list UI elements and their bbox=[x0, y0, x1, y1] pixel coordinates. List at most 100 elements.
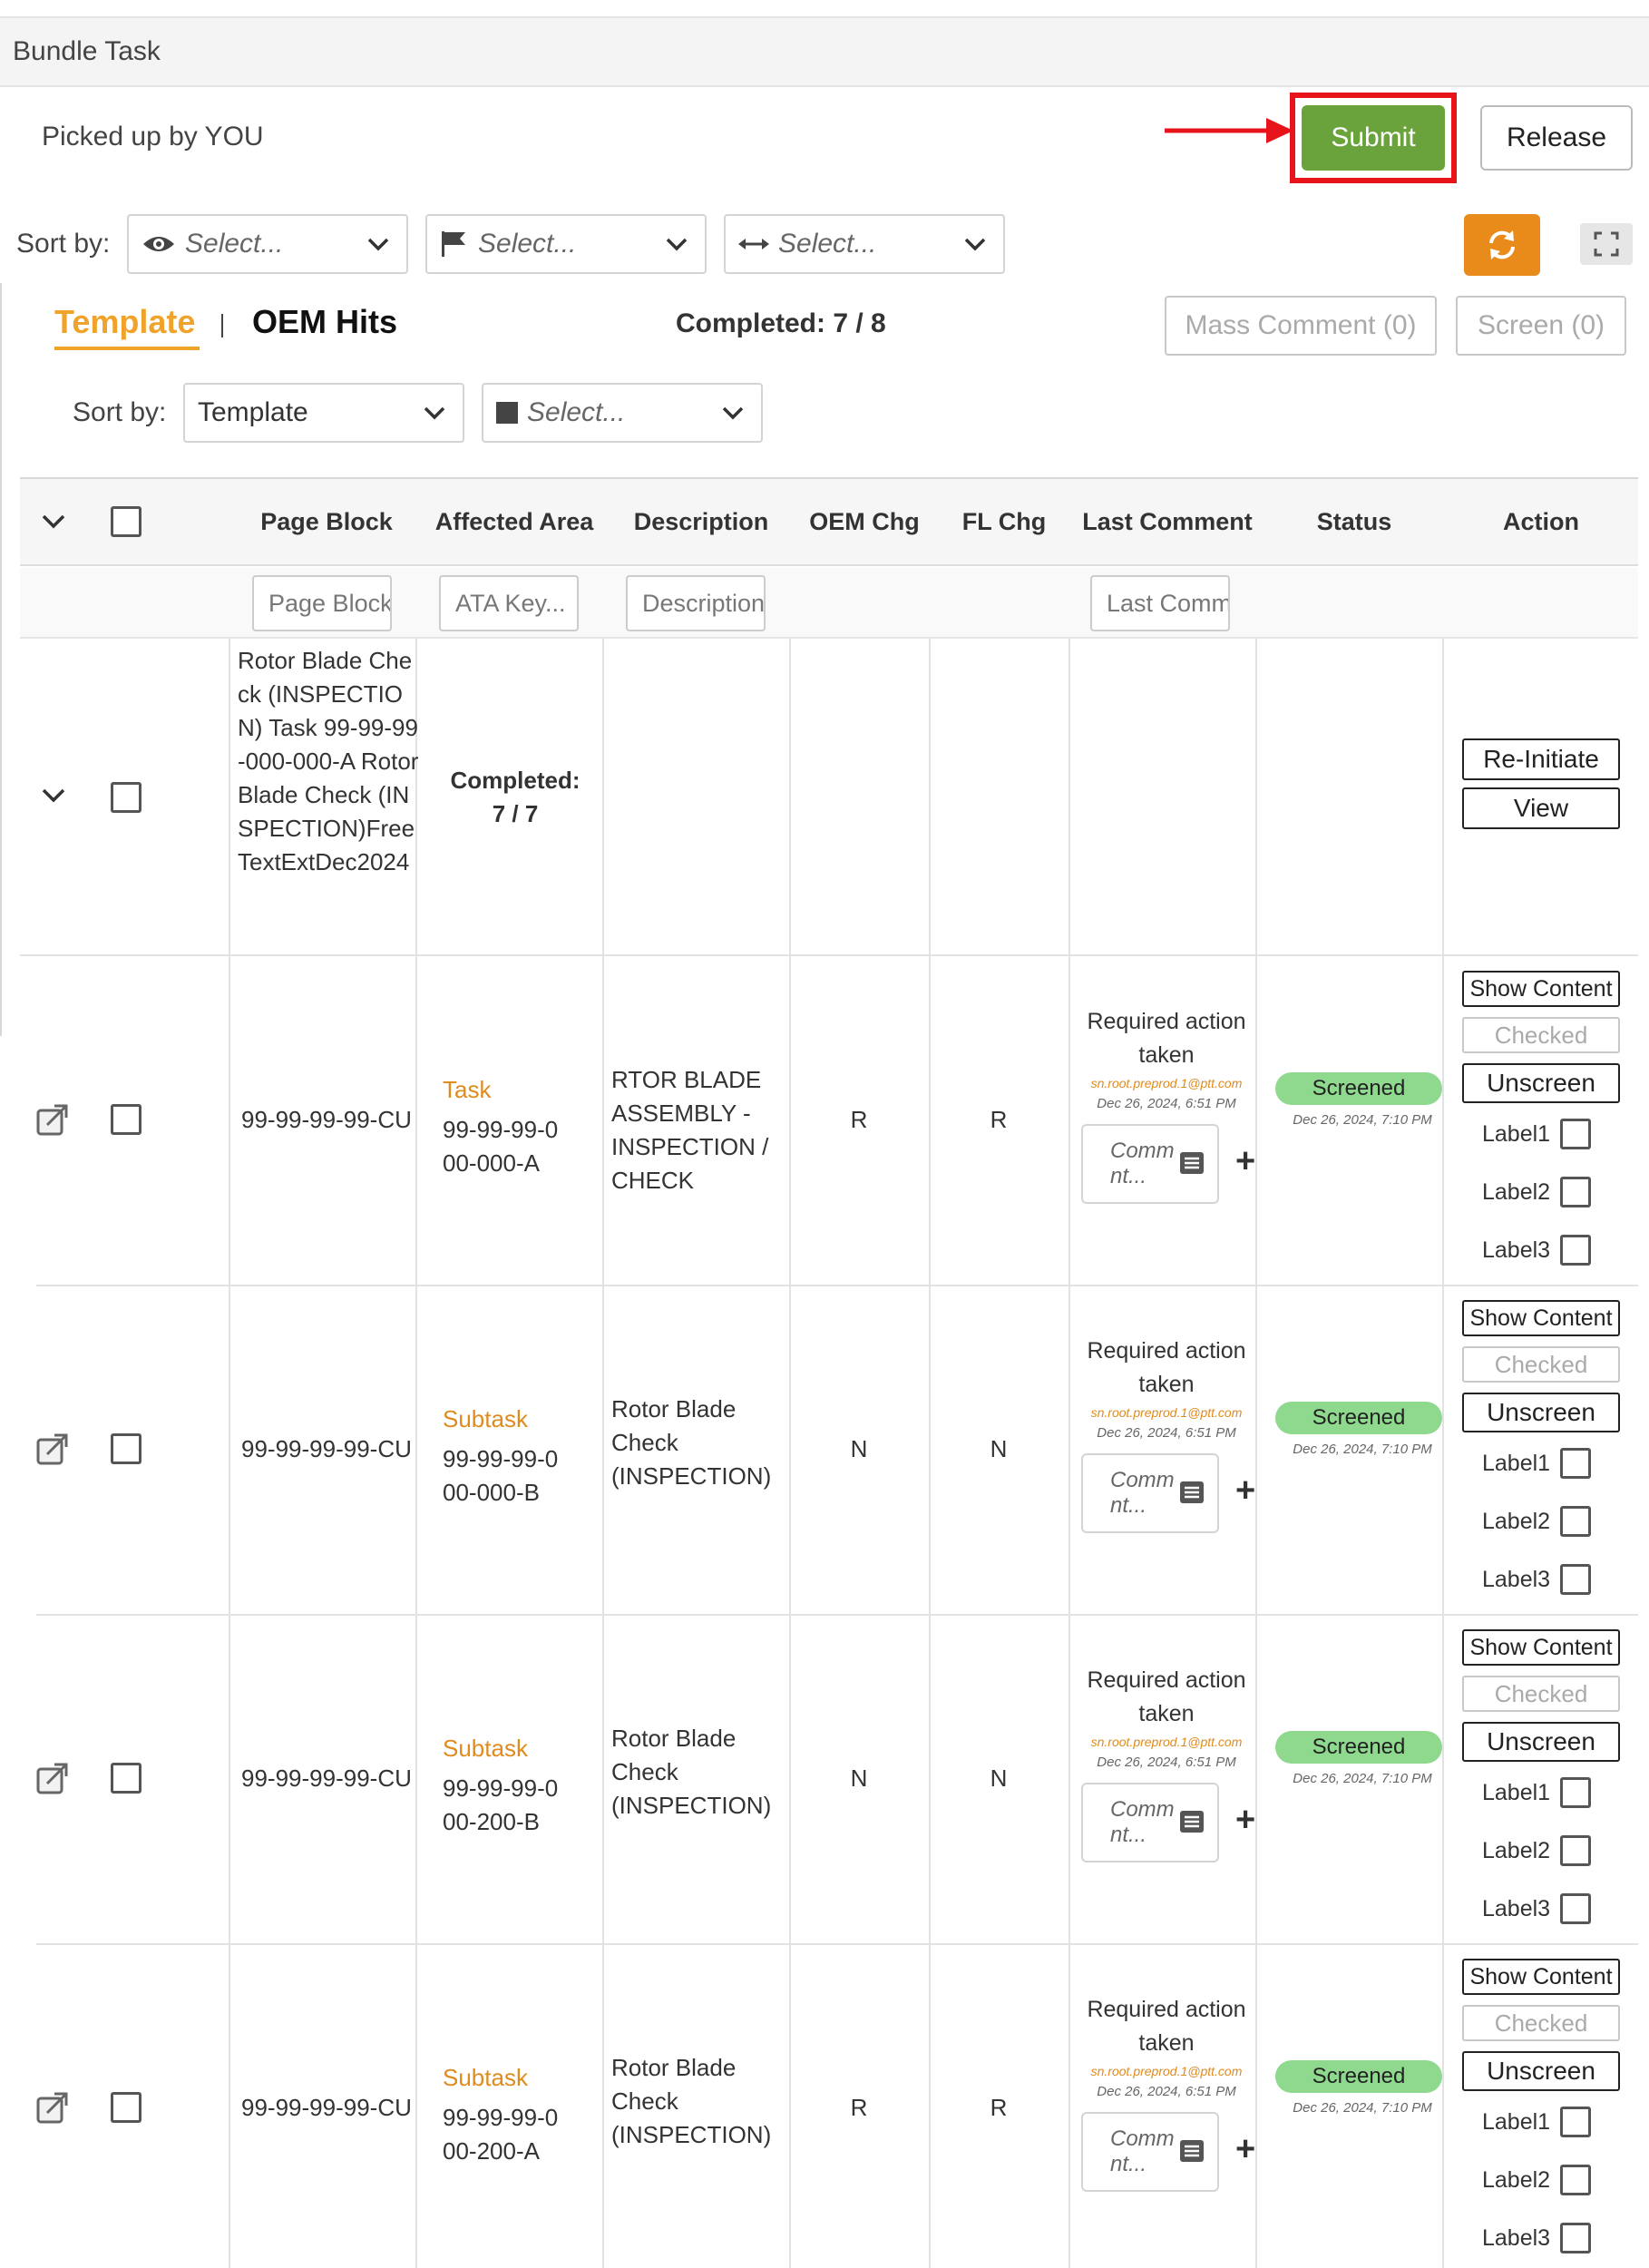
label-checkboxes: Label1 Label2 Label3 bbox=[1482, 2104, 1618, 2256]
external-link-icon[interactable] bbox=[34, 1431, 71, 1467]
label1-text: Label1 bbox=[1482, 2108, 1551, 2135]
status-badge: Screened bbox=[1275, 2060, 1442, 2093]
checked-button[interactable]: Checked bbox=[1462, 1346, 1620, 1383]
status-date: Dec 26, 2024, 7:10 PM bbox=[1293, 1112, 1432, 1128]
view-select[interactable]: Select... bbox=[127, 214, 408, 274]
label1-text: Label1 bbox=[1482, 1120, 1551, 1147]
fl-chg-cell: R bbox=[990, 2094, 1008, 2121]
unscreen-button[interactable]: Unscreen bbox=[1462, 1722, 1620, 1762]
label3-text: Label3 bbox=[1482, 1237, 1551, 1263]
description-filter[interactable]: Description bbox=[626, 575, 766, 631]
tab-separator bbox=[221, 314, 223, 337]
direction-select-value: Select... bbox=[778, 229, 877, 259]
last-comment-cell: Required action taken sn.root.preprod.1@… bbox=[1076, 1993, 1257, 2192]
tab-active-indicator bbox=[54, 347, 200, 350]
label1-checkbox[interactable] bbox=[1560, 1448, 1591, 1479]
page-block-filter[interactable]: Page Block bbox=[252, 575, 392, 631]
label3-checkbox[interactable] bbox=[1560, 1235, 1591, 1266]
oem-chg-cell: R bbox=[850, 1106, 868, 1133]
unscreen-button[interactable]: Unscreen bbox=[1462, 2051, 1620, 2091]
tab-oem-hits[interactable]: OEM Hits bbox=[252, 303, 397, 341]
label2-checkbox[interactable] bbox=[1560, 2165, 1591, 2195]
external-link-icon[interactable] bbox=[34, 1760, 71, 1796]
view-button[interactable]: View bbox=[1462, 787, 1620, 829]
tab-template[interactable]: Template bbox=[54, 303, 195, 341]
external-link-icon[interactable] bbox=[34, 2089, 71, 2126]
comment-list-icon[interactable] bbox=[1179, 1810, 1205, 1833]
show-content-button[interactable]: Show Content bbox=[1462, 1300, 1620, 1336]
checked-button[interactable]: Checked bbox=[1462, 1676, 1620, 1712]
label2-checkbox[interactable] bbox=[1560, 1177, 1591, 1207]
ata-code: 99-99-99-000-000-A bbox=[443, 1116, 559, 1177]
label1-checkbox[interactable] bbox=[1560, 1119, 1591, 1149]
label1-text: Label1 bbox=[1482, 1450, 1551, 1476]
plus-icon[interactable]: + bbox=[1235, 2130, 1255, 2169]
refresh-button[interactable] bbox=[1464, 214, 1540, 276]
show-content-button[interactable]: Show Content bbox=[1462, 1959, 1620, 1995]
external-link-icon[interactable] bbox=[34, 1101, 71, 1138]
plus-icon[interactable]: + bbox=[1235, 1471, 1255, 1510]
table-row: 99-99-99-99-CU Subtask 99-99-99-000-000-… bbox=[20, 1286, 1638, 1615]
direction-select[interactable]: Select... bbox=[724, 214, 1005, 274]
row-checkbox[interactable] bbox=[111, 1433, 141, 1464]
label3-checkbox[interactable] bbox=[1560, 2223, 1591, 2253]
flag-select[interactable]: Select... bbox=[425, 214, 707, 274]
label1-checkbox[interactable] bbox=[1560, 2107, 1591, 2137]
header-oem-chg[interactable]: OEM Chg bbox=[795, 508, 934, 536]
header-description[interactable]: Description bbox=[608, 508, 795, 536]
row-checkbox[interactable] bbox=[111, 2092, 141, 2123]
label2-text: Label2 bbox=[1482, 1178, 1551, 1205]
header-page-block[interactable]: Page Block bbox=[236, 508, 417, 536]
unscreen-button[interactable]: Unscreen bbox=[1462, 1063, 1620, 1103]
show-content-button[interactable]: Show Content bbox=[1462, 1629, 1620, 1666]
oem-chg-cell: N bbox=[850, 1765, 868, 1792]
header-status[interactable]: Status bbox=[1261, 508, 1448, 536]
group-checkbox[interactable] bbox=[111, 782, 141, 813]
checked-button[interactable]: Checked bbox=[1462, 1017, 1620, 1053]
group-description: Rotor Blade Check (INSPECTION) Task 99-9… bbox=[238, 647, 419, 875]
comment-list-icon[interactable] bbox=[1179, 1481, 1205, 1504]
row-checkbox[interactable] bbox=[111, 1763, 141, 1794]
template-sort-select[interactable]: Template bbox=[183, 383, 464, 443]
chevron-down-icon bbox=[722, 406, 744, 420]
comment-list-icon[interactable] bbox=[1179, 2139, 1205, 2163]
item-type-label: Task bbox=[443, 1076, 492, 1103]
sort-by-label-2: Sort by: bbox=[73, 397, 167, 427]
label-checkboxes: Label1 Label2 Label3 bbox=[1482, 1774, 1618, 1927]
last-comment-filter[interactable]: Last Comm bbox=[1090, 575, 1230, 631]
label2-checkbox[interactable] bbox=[1560, 1835, 1591, 1866]
label2-checkbox[interactable] bbox=[1560, 1506, 1591, 1537]
screen-button[interactable]: Screen (0) bbox=[1456, 296, 1626, 356]
header-fl-chg[interactable]: FL Chg bbox=[934, 508, 1074, 536]
ata-key-filter[interactable]: ATA Key... bbox=[439, 575, 579, 631]
mass-comment-button[interactable]: Mass Comment (0) bbox=[1165, 296, 1437, 356]
select-all-checkbox[interactable] bbox=[111, 506, 141, 537]
plus-icon[interactable]: + bbox=[1235, 1142, 1255, 1181]
comment-list-icon[interactable] bbox=[1179, 1151, 1205, 1175]
header-last-comment[interactable]: Last Comment bbox=[1074, 508, 1261, 536]
affected-area-cell: Subtask 99-99-99-000-200-A bbox=[443, 2064, 620, 2168]
collapse-all-icon[interactable] bbox=[40, 512, 67, 532]
release-button[interactable]: Release bbox=[1480, 105, 1633, 171]
status-date: Dec 26, 2024, 7:10 PM bbox=[1293, 2100, 1432, 2116]
unscreen-button[interactable]: Unscreen bbox=[1462, 1393, 1620, 1432]
header-affected-area[interactable]: Affected Area bbox=[419, 508, 610, 536]
chevron-down-icon bbox=[666, 238, 688, 251]
show-content-button[interactable]: Show Content bbox=[1462, 971, 1620, 1007]
label-checkboxes: Label1 Label2 Label3 bbox=[1482, 1116, 1618, 1268]
fullscreen-button[interactable] bbox=[1580, 223, 1633, 265]
chevron-down-icon[interactable] bbox=[40, 786, 67, 806]
status-date: Dec 26, 2024, 7:10 PM bbox=[1293, 1442, 1432, 1457]
label3-checkbox[interactable] bbox=[1560, 1564, 1591, 1595]
label1-checkbox[interactable] bbox=[1560, 1777, 1591, 1808]
label3-checkbox[interactable] bbox=[1560, 1893, 1591, 1924]
description-cell: Rotor Blade Check (INSPECTION) bbox=[611, 1395, 772, 1490]
color-sort-select[interactable]: Select... bbox=[482, 383, 763, 443]
sort-by-label: Sort by: bbox=[16, 229, 111, 259]
row-checkbox[interactable] bbox=[111, 1104, 141, 1135]
panel-left-border bbox=[0, 283, 2, 1036]
plus-icon[interactable]: + bbox=[1235, 1801, 1255, 1840]
submit-button[interactable]: Submit bbox=[1302, 105, 1445, 171]
checked-button[interactable]: Checked bbox=[1462, 2005, 1620, 2041]
reinitiate-button[interactable]: Re-Initiate bbox=[1462, 738, 1620, 780]
